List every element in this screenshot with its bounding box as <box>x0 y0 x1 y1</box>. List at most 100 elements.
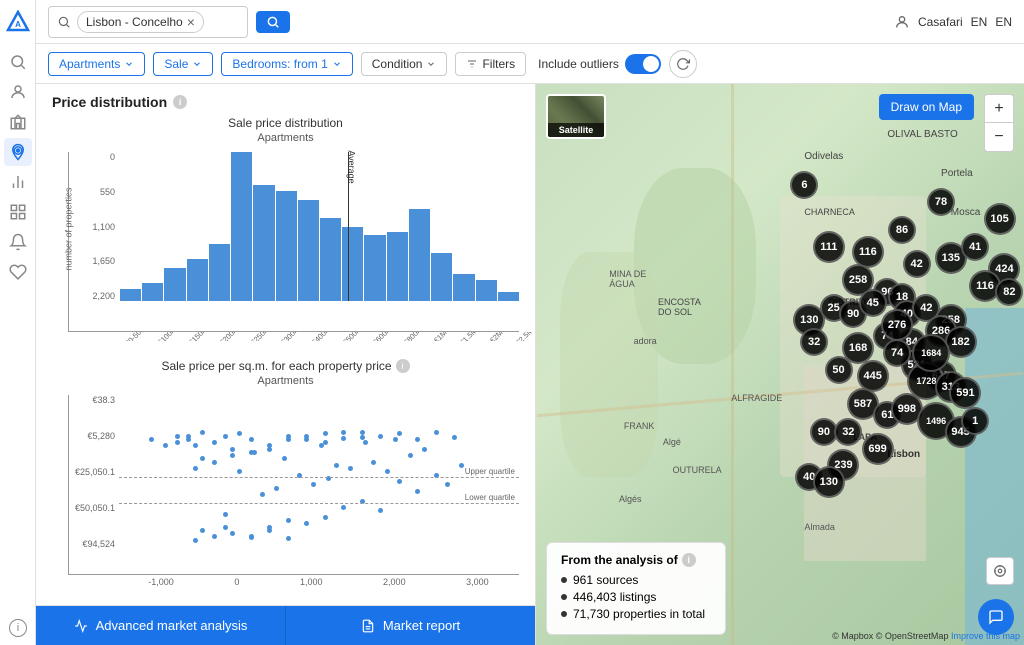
scatter-dot <box>163 443 168 448</box>
language[interactable]: EN <box>971 15 988 29</box>
condition-label: Condition <box>372 57 423 71</box>
bar-item[interactable] <box>142 283 163 301</box>
app-logo[interactable]: A <box>4 8 32 36</box>
sidebar-item-grid[interactable] <box>4 198 32 226</box>
scatter-dot <box>323 515 328 520</box>
bar-item[interactable] <box>320 218 341 301</box>
transaction-filter[interactable]: Sale <box>153 52 213 76</box>
city-label-encosta: ENCOSTADO SOL <box>658 297 701 317</box>
city-label-frank: FRANK <box>624 421 655 431</box>
sidebar-item-chart[interactable] <box>4 168 32 196</box>
bullet <box>561 611 567 617</box>
search-button[interactable] <box>256 11 290 33</box>
improve-map-link[interactable]: Improve this map <box>951 631 1020 641</box>
geolocate-icon <box>993 564 1007 578</box>
toggle-switch[interactable] <box>625 54 661 74</box>
scatter-dot <box>371 460 376 465</box>
property-type-filter[interactable]: Apartments <box>48 52 145 76</box>
bar-item[interactable] <box>409 209 430 301</box>
sidebar-item-person[interactable] <box>4 78 32 106</box>
city-label-moscav: Mosca <box>951 207 980 218</box>
filters-button[interactable]: Filters <box>455 52 526 76</box>
map-cluster[interactable]: 699 <box>862 433 894 465</box>
map-cluster[interactable]: 1684 <box>912 334 950 372</box>
chat-button[interactable] <box>978 599 1014 635</box>
bar-item[interactable] <box>431 253 452 301</box>
map-cluster[interactable]: 86 <box>888 216 916 244</box>
lang-text[interactable]: EN <box>995 15 1012 29</box>
map-cluster[interactable]: 42 <box>903 250 931 278</box>
draw-on-map-button[interactable]: Draw on Map <box>879 94 974 120</box>
location-tag[interactable]: Lisbon - Concelho × <box>77 11 204 33</box>
bar-item[interactable] <box>253 185 274 301</box>
bar-item[interactable] <box>231 152 252 301</box>
attribution-text: © Mapbox © OpenStreetMap <box>832 631 948 641</box>
refresh-button[interactable] <box>669 50 697 78</box>
sidebar-item-map[interactable] <box>4 138 32 166</box>
bullet <box>561 577 567 583</box>
search-box[interactable]: Lisbon - Concelho × <box>48 6 248 38</box>
bar-item[interactable] <box>276 191 297 301</box>
analysis-info-icon[interactable]: i <box>682 553 696 567</box>
bar-item[interactable] <box>120 289 141 301</box>
include-outliers-toggle[interactable]: Include outliers <box>538 54 661 74</box>
bar-item[interactable] <box>164 268 185 301</box>
map-cluster[interactable]: 41 <box>961 233 989 261</box>
scatter-dot <box>237 431 242 436</box>
map-cluster[interactable]: 591 <box>949 377 981 409</box>
bar-item[interactable] <box>342 227 363 302</box>
scatter-dot <box>286 434 291 439</box>
bar-item[interactable] <box>387 232 408 301</box>
zoom-out-button[interactable]: − <box>985 123 1013 151</box>
bedrooms-filter[interactable]: Bedrooms: from 1 <box>221 52 352 76</box>
condition-filter[interactable]: Condition <box>361 52 448 76</box>
svg-text:A: A <box>15 20 21 29</box>
scatter-dot <box>393 437 398 442</box>
bar-item[interactable] <box>209 244 230 301</box>
location-tag-close[interactable]: × <box>187 14 195 30</box>
map-cluster[interactable]: 50 <box>825 356 853 384</box>
bar-item[interactable] <box>476 280 497 301</box>
sidebar-item-building[interactable] <box>4 108 32 136</box>
zoom-in-button[interactable]: + <box>985 95 1013 123</box>
map-cluster[interactable]: 111 <box>813 231 845 263</box>
content-area: Price distribution i Sale price distribu… <box>36 84 1024 645</box>
map-area[interactable]: Odivelas OLIVAL BASTO Portela Mosca CHAR… <box>536 84 1024 645</box>
bar-item[interactable] <box>453 274 474 301</box>
map-cluster[interactable]: 32 <box>834 418 862 446</box>
market-report-button[interactable]: Market report <box>286 606 535 645</box>
map-cluster[interactable]: 276 <box>881 309 913 341</box>
scatter-dot <box>378 508 383 513</box>
main-area: Lisbon - Concelho × Casafari EN EN Apart… <box>36 0 1024 645</box>
bar-item[interactable] <box>298 200 319 301</box>
scatter-x-labels: -1,000 0 1,000 2,000 3,000 <box>68 577 519 587</box>
chart2-info-icon[interactable]: i <box>396 359 410 373</box>
satellite-thumbnail[interactable]: Satellite <box>546 94 606 139</box>
bar-item[interactable] <box>364 235 385 301</box>
scatter-dot <box>360 430 365 435</box>
map-cluster[interactable]: 6 <box>790 171 818 199</box>
sidebar-item-bell[interactable] <box>4 228 32 256</box>
map-cluster[interactable]: 130 <box>813 466 845 498</box>
water-area <box>965 308 1024 645</box>
panel-info-icon[interactable]: i <box>173 95 187 109</box>
map-cluster[interactable]: 105 <box>984 203 1016 235</box>
map-cluster[interactable]: 45 <box>859 289 887 317</box>
scatter-dot <box>445 482 450 487</box>
map-cluster[interactable]: 78 <box>927 188 955 216</box>
sidebar-item-search[interactable] <box>4 48 32 76</box>
geolocate-button[interactable] <box>986 557 1014 585</box>
map-cluster[interactable]: 74 <box>883 339 911 367</box>
sidebar-item-heart[interactable] <box>4 258 32 286</box>
sidebar-info[interactable]: i <box>0 619 36 637</box>
scatter-dot <box>304 437 309 442</box>
map-cluster[interactable]: 32 <box>800 328 828 356</box>
bar-item[interactable] <box>187 259 208 301</box>
map-cluster[interactable]: 82 <box>995 278 1023 306</box>
analysis-item-text: 446,403 listings <box>573 590 656 604</box>
bar-item[interactable] <box>498 292 519 301</box>
scatter-dot <box>193 466 198 471</box>
map-cluster[interactable]: 1 <box>961 407 989 435</box>
advanced-market-analysis-button[interactable]: Advanced market analysis <box>36 606 286 645</box>
scatter-dot <box>397 479 402 484</box>
